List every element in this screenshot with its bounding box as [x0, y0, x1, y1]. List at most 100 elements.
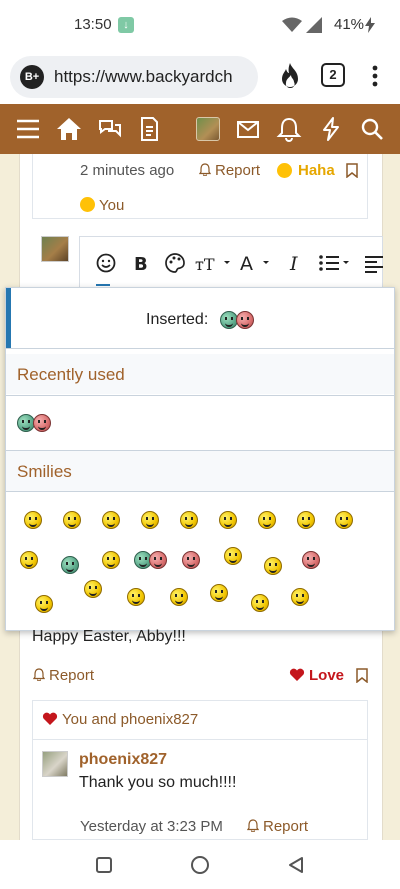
font-size-icon[interactable]: тТ	[195, 251, 231, 275]
angry-smiley-icon[interactable]	[182, 551, 200, 569]
divider	[6, 395, 394, 396]
browser-toolbar: B+ https://www.backyardch 2	[0, 50, 400, 104]
status-bar: 13:50 ↓ 41%	[0, 0, 400, 50]
battery-level: 41%	[334, 16, 365, 33]
inserted-label: Inserted:	[146, 311, 209, 328]
italic-icon[interactable]: I	[288, 251, 304, 275]
sick-smiley-icon	[236, 311, 254, 329]
recently-used-title: Recently used	[17, 365, 125, 384]
smilies-popup: Inserted: Recently used Smilies	[5, 287, 395, 631]
sick-smiley-icon[interactable]	[149, 551, 167, 569]
shocked-smiley-icon[interactable]	[170, 588, 188, 606]
heart-icon	[42, 712, 58, 725]
hiding-smiley-icon[interactable]	[35, 595, 53, 613]
reaction-love[interactable]: Love	[309, 667, 344, 684]
reaction-haha[interactable]: Haha	[298, 162, 335, 179]
love-smiley-icon[interactable]	[251, 594, 269, 612]
inserted-row: Inserted:	[6, 288, 394, 348]
post-report-link[interactable]: Report	[33, 667, 94, 684]
recent-section-header: Recently used	[6, 354, 394, 394]
laugh-smiley-icon[interactable]	[335, 511, 353, 529]
home-icon[interactable]	[56, 116, 82, 142]
recents-icon[interactable]	[95, 856, 113, 874]
messages-icon[interactable]	[235, 116, 261, 142]
haha-emoji-icon	[80, 197, 95, 212]
rolleyes-smiley-icon[interactable]	[219, 511, 237, 529]
svg-text:A: A	[240, 253, 253, 275]
heart-icon	[289, 668, 305, 681]
divider	[6, 348, 394, 349]
comment-time[interactable]: 2 minutes ago	[80, 162, 174, 179]
tongue-smiley-icon[interactable]	[180, 511, 198, 529]
reply-text: Thank you so much!!!!	[79, 774, 237, 791]
post-body: Happy Easter, Abby!!!	[32, 628, 186, 645]
flag-smiley-icon[interactable]	[302, 551, 320, 569]
wave-smiley-icon[interactable]	[210, 584, 228, 602]
bell-icon	[33, 668, 45, 681]
back-icon[interactable]	[287, 856, 305, 874]
crab-smiley-icon[interactable]	[264, 557, 282, 575]
url-text[interactable]: https://www.backyardch	[54, 67, 233, 87]
smilies-icon[interactable]	[95, 251, 117, 275]
svg-text:I: I	[289, 253, 298, 275]
report-label: Report	[215, 162, 261, 179]
font-family-icon[interactable]: A	[240, 251, 272, 275]
menu-icon[interactable]	[15, 116, 41, 142]
charging-icon	[365, 17, 375, 33]
reply-username[interactable]: phoenix827	[79, 751, 167, 769]
wifi-icon	[282, 17, 302, 32]
blush-smiley-icon[interactable]	[297, 511, 315, 529]
popcorn-smiley-icon[interactable]	[291, 588, 309, 606]
wink-smiley-icon[interactable]	[141, 511, 159, 529]
align-icon[interactable]	[364, 251, 384, 275]
smile-icon[interactable]	[24, 511, 42, 529]
reply-time[interactable]: Yesterday at 3:23 PM	[80, 818, 223, 835]
site-navigation	[0, 104, 400, 154]
bold-icon[interactable]: B	[132, 251, 150, 275]
dance-smiley-icon[interactable]	[224, 547, 242, 565]
bookmark-icon[interactable]	[356, 668, 368, 683]
tab-switcher-button[interactable]: 2	[321, 63, 345, 87]
scream-smiley-icon[interactable]	[127, 588, 145, 606]
report-label: Report	[49, 667, 95, 684]
reply-avatar[interactable]	[42, 751, 68, 777]
svg-text:тТ: тТ	[195, 255, 215, 274]
download-icon: ↓	[118, 17, 134, 33]
neutral-smiley-icon[interactable]	[63, 511, 81, 529]
site-icon: B+	[20, 65, 44, 89]
current-user-avatar	[41, 236, 69, 262]
active-tool-indicator	[96, 284, 110, 286]
forums-icon[interactable]	[97, 116, 123, 142]
user-avatar[interactable]	[196, 117, 220, 141]
bell-icon	[247, 819, 259, 832]
home-circle-icon[interactable]	[190, 855, 210, 875]
reaction-summary[interactable]: You and phoenix827	[62, 711, 198, 728]
bookmark-icon[interactable]	[346, 163, 358, 178]
whats-new-icon[interactable]	[318, 116, 344, 142]
haha-emoji-icon	[277, 163, 292, 178]
list-icon[interactable]	[318, 251, 352, 275]
fire-icon[interactable]	[278, 62, 302, 90]
reaction-summary[interactable]: You	[80, 197, 124, 214]
confused-smiley-icon[interactable]	[102, 551, 120, 569]
color-palette-icon[interactable]	[164, 251, 186, 275]
search-icon[interactable]	[359, 116, 385, 142]
splash-smiley-icon[interactable]	[84, 580, 102, 598]
report-link[interactable]: Report	[199, 162, 260, 179]
articles-icon[interactable]	[136, 116, 162, 142]
notifications-icon[interactable]	[276, 116, 302, 142]
report-label: Report	[263, 818, 309, 835]
status-time: 13:50	[74, 16, 112, 33]
signal-icon	[306, 17, 322, 33]
exclaim-smiley-icon[interactable]	[20, 551, 38, 569]
grin-smiley-icon[interactable]	[102, 511, 120, 529]
address-bar[interactable]: B+ https://www.backyardch	[10, 56, 258, 98]
divider	[6, 491, 394, 492]
recent-smiley-icon[interactable]	[33, 414, 51, 432]
reply-editor-toolbar: B тТ A I	[79, 236, 383, 292]
more-menu-icon[interactable]	[368, 64, 382, 88]
ninja-smiley-icon[interactable]	[61, 556, 79, 574]
cool-smiley-icon[interactable]	[258, 511, 276, 529]
reply-report-link[interactable]: Report	[247, 818, 308, 835]
smilies-section-header: Smilies	[6, 451, 394, 491]
